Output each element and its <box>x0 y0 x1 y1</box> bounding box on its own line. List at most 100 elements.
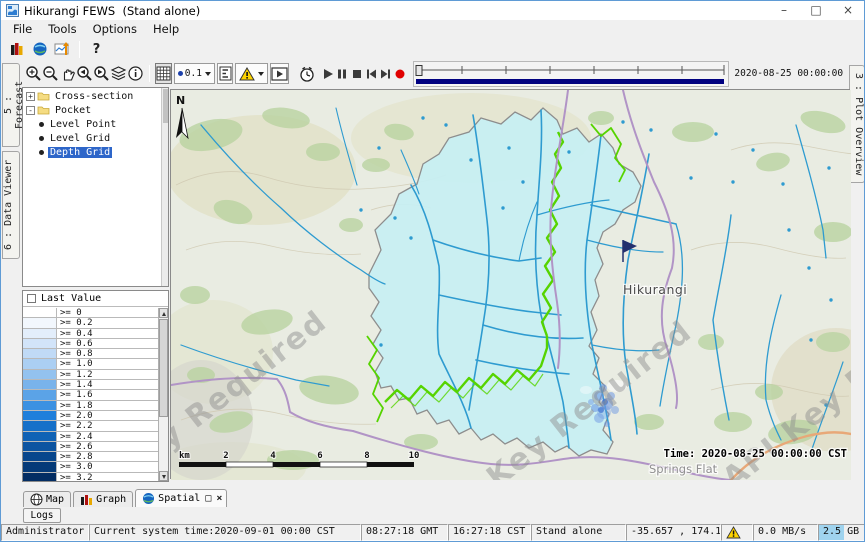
database-display-button[interactable] <box>5 39 28 60</box>
tab-graph[interactable]: Graph <box>73 491 133 507</box>
info-button[interactable] <box>127 63 144 84</box>
zoom-next-button[interactable] <box>93 63 110 84</box>
legend-row[interactable]: >= 0.4 <box>23 329 158 339</box>
zoom-in-button[interactable] <box>25 63 42 84</box>
tab-map[interactable]: Map <box>23 491 71 507</box>
legend-row-label: >= 0.8 <box>57 349 93 358</box>
tab-maximize-icon[interactable]: □ <box>205 493 211 504</box>
legend-row[interactable]: >= 2.4 <box>23 432 158 442</box>
tab-forecast[interactable]: 5 : Forecast <box>2 63 20 147</box>
classification-dropdown[interactable]: 0.1 <box>174 63 215 84</box>
tree-item-label[interactable]: Cross-section <box>53 91 135 102</box>
zoom-previous-button[interactable] <box>76 63 93 84</box>
tree-item-label-selected[interactable]: Depth Grid <box>48 147 112 158</box>
expand-icon[interactable]: + <box>26 92 35 101</box>
scroll-thumb[interactable] <box>159 319 168 417</box>
legend-row[interactable]: >= 1.4 <box>23 380 158 390</box>
zoom-previous-icon <box>76 65 93 82</box>
legend-row[interactable]: >= 1.0 <box>23 359 158 369</box>
logs-button[interactable]: Logs <box>23 508 61 523</box>
minimize-button[interactable]: – <box>768 1 800 20</box>
legend-row[interactable]: >= 1.6 <box>23 390 158 400</box>
close-button[interactable]: × <box>832 1 864 20</box>
tab-data-viewer[interactable]: 6 : Data Viewer <box>2 151 20 259</box>
menu-help[interactable]: Help <box>145 21 187 37</box>
tree-item-label[interactable]: Level Grid <box>48 133 112 144</box>
collapse-icon[interactable]: - <box>26 106 35 115</box>
tab-spatial[interactable]: Spatial □ × <box>135 489 227 507</box>
tree-item-level-point[interactable]: Level Point <box>23 118 168 130</box>
legend-row[interactable]: >= 0 <box>23 308 158 318</box>
tab-graph-label: Graph <box>96 494 126 505</box>
legend-row-label: >= 0.4 <box>57 329 93 338</box>
thresholds-dropdown[interactable] <box>235 63 268 84</box>
layers-button[interactable] <box>110 63 127 84</box>
timeseries-display-button[interactable] <box>51 39 74 60</box>
play-button[interactable] <box>321 63 335 84</box>
tab-plot-overview[interactable]: 3 : Plot Overview <box>849 65 865 183</box>
scroll-up-icon[interactable] <box>159 308 168 318</box>
legend-row[interactable]: >= 2.0 <box>23 411 158 421</box>
zoom-in-icon <box>25 65 42 82</box>
stop-button[interactable] <box>350 63 364 84</box>
last-value-checkbox[interactable] <box>27 294 36 303</box>
class-dot-icon <box>178 71 183 76</box>
globe-wire-icon <box>30 493 43 506</box>
tree-item-label[interactable]: Level Point <box>48 119 118 130</box>
menu-options[interactable]: Options <box>85 21 145 37</box>
legend-row[interactable]: >= 2.8 <box>23 452 158 462</box>
legend-row[interactable]: >= 2.2 <box>23 421 158 431</box>
legend-row[interactable]: >= 2.6 <box>23 442 158 452</box>
go-to-start-button[interactable] <box>364 63 378 84</box>
menu-tools[interactable]: Tools <box>40 21 84 37</box>
scale-tick: 6 <box>317 451 322 461</box>
legend-color-swatch <box>23 421 57 430</box>
record-icon <box>394 68 406 80</box>
tree-item-cross-section[interactable]: + Cross-section <box>23 90 168 102</box>
zoom-out-icon <box>42 65 59 82</box>
legend-toggle-button[interactable] <box>217 63 233 84</box>
toolbar-separator <box>149 65 150 82</box>
status-user: Administrator <box>1 524 89 541</box>
legend-row-label: >= 0 <box>57 308 82 317</box>
legend-color-swatch <box>23 380 57 389</box>
tree-scrollbar[interactable] <box>161 88 168 286</box>
menu-file[interactable]: File <box>5 21 40 37</box>
maximize-button[interactable]: □ <box>800 1 832 20</box>
tree-item-pocket[interactable]: - Pocket <box>23 104 168 116</box>
scroll-down-icon[interactable] <box>159 471 168 481</box>
go-to-end-button[interactable] <box>379 63 393 84</box>
pan-button[interactable] <box>59 63 76 84</box>
time-slider[interactable] <box>413 61 729 87</box>
help-button[interactable]: ? <box>85 39 108 60</box>
legend-scrollbar[interactable] <box>158 308 168 481</box>
tree-item-depth-grid[interactable]: Depth Grid <box>23 146 168 158</box>
map-display-button[interactable] <box>28 39 51 60</box>
legend-color-swatch <box>23 349 57 358</box>
legend-row[interactable]: >= 0.8 <box>23 349 158 359</box>
grid-display-button[interactable] <box>155 63 172 84</box>
legend-row[interactable]: >= 3.2 <box>23 473 158 482</box>
pause-button[interactable] <box>335 63 349 84</box>
scale-tick: 4 <box>270 451 276 461</box>
legend-row[interactable]: >= 1.2 <box>23 370 158 380</box>
legend-row[interactable]: >= 0.2 <box>23 318 158 328</box>
set-time-button[interactable] <box>298 63 316 84</box>
spatial-map[interactable]: API Key Required API Key Required API Ke… <box>170 89 850 479</box>
record-button[interactable] <box>393 63 407 84</box>
legend-header: Last Value <box>23 291 168 307</box>
tree-item-level-grid[interactable]: Level Grid <box>23 132 168 144</box>
legend-title: Last Value <box>41 293 101 304</box>
app-window: Hikurangi FEWS (Stand alone) – □ × File … <box>0 0 865 542</box>
legend-color-swatch <box>23 359 57 368</box>
legend-row[interactable]: >= 3.0 <box>23 462 158 472</box>
legend-row[interactable]: >= 1.8 <box>23 401 158 411</box>
tab-close-icon[interactable]: × <box>216 493 222 504</box>
tree-item-label[interactable]: Pocket <box>53 105 93 116</box>
title-bar[interactable]: Hikurangi FEWS (Stand alone) – □ × <box>1 1 864 20</box>
map-canvas[interactable]: API Key Required API Key Required API Ke… <box>171 90 851 480</box>
zoom-out-button[interactable] <box>42 63 59 84</box>
animation-button[interactable] <box>270 63 289 84</box>
legend-row-label: >= 1.6 <box>57 390 93 399</box>
legend-row[interactable]: >= 0.6 <box>23 339 158 349</box>
